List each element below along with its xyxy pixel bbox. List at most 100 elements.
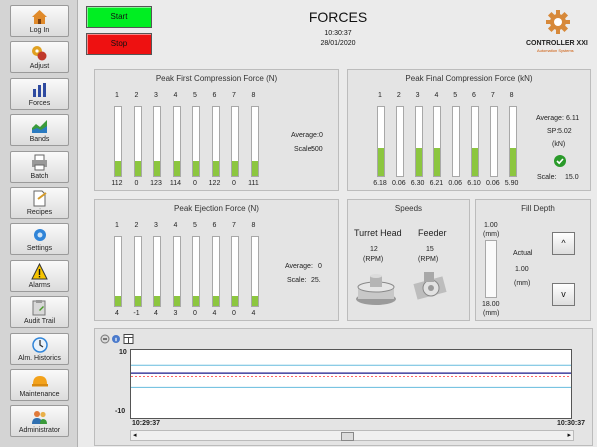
gauge-value: 6.21	[429, 180, 444, 187]
sidebar-item-recipes[interactable]: Recipes	[10, 187, 69, 219]
trend-scrollbar[interactable]: ◂ ▸	[130, 430, 574, 441]
sidebar-item-alm-historics[interactable]: Alm. Historics	[10, 332, 69, 365]
gauge-index-label: 7	[490, 92, 495, 99]
final-average-value: 6.11	[566, 115, 580, 122]
first-scale-value: 500	[311, 146, 323, 153]
gauge-value: 123	[150, 180, 162, 187]
gauge-bar	[395, 106, 404, 177]
gauge-bar-fill	[378, 148, 384, 176]
sidebar-item-label: Settings	[26, 245, 53, 253]
sidebar-item-batch[interactable]: Batch	[10, 150, 69, 183]
start-button[interactable]: Start	[86, 6, 152, 28]
sidebar-item-label: Administrator	[18, 427, 61, 435]
final-compression-panel: Peak Final Compression Force (kN) Averag…	[347, 69, 591, 191]
sidebar-item-administrator[interactable]: Administrator	[10, 405, 69, 438]
clock-date: 28/01/2020	[320, 40, 356, 47]
gear-logo-icon	[546, 10, 570, 34]
bar-chart-icon	[33, 82, 46, 97]
fill-up-button[interactable]: ^	[552, 232, 575, 255]
gauge-value: 112	[111, 180, 123, 187]
fill-actual-value: 1.00	[515, 266, 529, 273]
gauge-bar-fill	[193, 296, 199, 306]
gauge-value: 6.10	[467, 180, 481, 187]
gauge-bar	[377, 106, 385, 177]
trend-plot	[130, 349, 572, 419]
gauge-value: 111	[248, 180, 259, 187]
gauge-bar	[231, 106, 239, 177]
gauge-bar	[114, 236, 122, 307]
gauge-index-label: 8	[251, 222, 256, 229]
trend-panel: 10 -10 10:29:37 10:30:37 ◂ ▸	[94, 328, 593, 446]
table-view-icon[interactable]	[123, 334, 134, 344]
ok-check-icon	[554, 155, 566, 167]
gauge-index-label: 3	[415, 92, 420, 99]
sidebar-item-adjust[interactable]: Adjust	[10, 41, 69, 74]
final-average-label: Average:	[536, 115, 564, 122]
sidebar-item-forces[interactable]: Forces	[10, 77, 69, 110]
gauge-bar	[133, 106, 142, 177]
gauge-bar-fill	[251, 160, 258, 176]
trend-x-end: 10:30:37	[557, 420, 586, 427]
sidebar-item-bands[interactable]: Bands	[10, 114, 69, 147]
gauge-index-label: 3	[154, 222, 158, 229]
gauge-bar-fill	[134, 160, 141, 176]
sidebar-item-settings[interactable]: Settings	[10, 223, 69, 256]
sidebar-item-maintenance[interactable]: Maintenance	[10, 369, 69, 401]
info-icon[interactable]	[112, 335, 120, 343]
gauge-value: 0	[193, 310, 197, 317]
sidebar-item-alarms[interactable]: Alarms	[10, 259, 69, 292]
sidebar-item-label: Bands	[29, 136, 50, 144]
gauge-bar-fill	[173, 296, 180, 306]
gauge-bar	[211, 236, 220, 307]
gauge-value: 5.90	[504, 180, 519, 187]
feeder-rpm-unit: (RPM)	[418, 256, 439, 263]
gauge-index-label: 5	[193, 222, 197, 229]
final-scale-label: Scale:	[537, 174, 557, 181]
gauge-bar-fill	[232, 160, 238, 176]
fill-depth-gauge	[485, 240, 497, 298]
fill-bottom-unit: (mm)	[483, 310, 500, 317]
gauge-bar	[153, 106, 161, 177]
stop-button[interactable]: Stop	[86, 33, 152, 55]
zoom-out-icon[interactable]	[100, 334, 110, 344]
gauge-value: 0	[193, 180, 197, 187]
sidebar-item-label: Alarms	[28, 281, 51, 289]
gauge-value: 4	[212, 310, 217, 317]
scroll-left-icon[interactable]: ◂	[133, 431, 137, 440]
final-scale-value: 15.0	[565, 174, 579, 181]
printer-icon	[32, 154, 47, 171]
trend-y-min: -10	[115, 408, 126, 415]
gauge-value: -1	[133, 310, 140, 317]
logo-subtext: Automation Systems	[537, 48, 574, 53]
clock-time: 10:30:37	[324, 30, 352, 37]
fill-top-unit: (mm)	[483, 231, 500, 238]
gauge-index-label: 2	[134, 92, 139, 99]
sidebar-item-log-in[interactable]: Log In	[10, 5, 69, 37]
sidebar-item-label: Audit Trail	[23, 318, 56, 326]
scroll-right-icon[interactable]: ▸	[567, 431, 571, 440]
final-sp-value: 5.02	[558, 128, 572, 135]
fill-top-value: 1.00	[484, 222, 498, 229]
gauge-index-label: 3	[154, 92, 158, 99]
gauge-index-label: 7	[232, 92, 236, 99]
gauge-value: 0.06	[448, 180, 462, 187]
gauge-index-label: 1	[115, 92, 119, 99]
gauge-bar	[172, 236, 181, 307]
turret-rpm-unit: (RPM)	[363, 256, 384, 263]
gauge-index-label: 4	[173, 222, 178, 229]
gauge-index-label: 2	[134, 222, 139, 229]
sidebar-item-audit-trail[interactable]: Audit Trail	[10, 296, 69, 329]
fill-down-button[interactable]: v	[552, 283, 575, 306]
gauge-bar-fill	[251, 296, 258, 306]
gears-icon	[32, 46, 47, 61]
gauge-value: 114	[169, 180, 182, 187]
fill-actual-label: Actual	[513, 250, 533, 257]
sidebar-item-label: Maintenance	[19, 391, 60, 398]
gauge-index-label: 2	[396, 92, 401, 99]
gauge-bar	[153, 236, 161, 307]
feeder-image	[413, 272, 447, 300]
gauge-value: 0.06	[485, 180, 500, 187]
gauge-bar-fill	[193, 160, 199, 176]
scroll-thumb[interactable]	[341, 432, 354, 441]
gauge-bar-fill	[154, 160, 160, 176]
